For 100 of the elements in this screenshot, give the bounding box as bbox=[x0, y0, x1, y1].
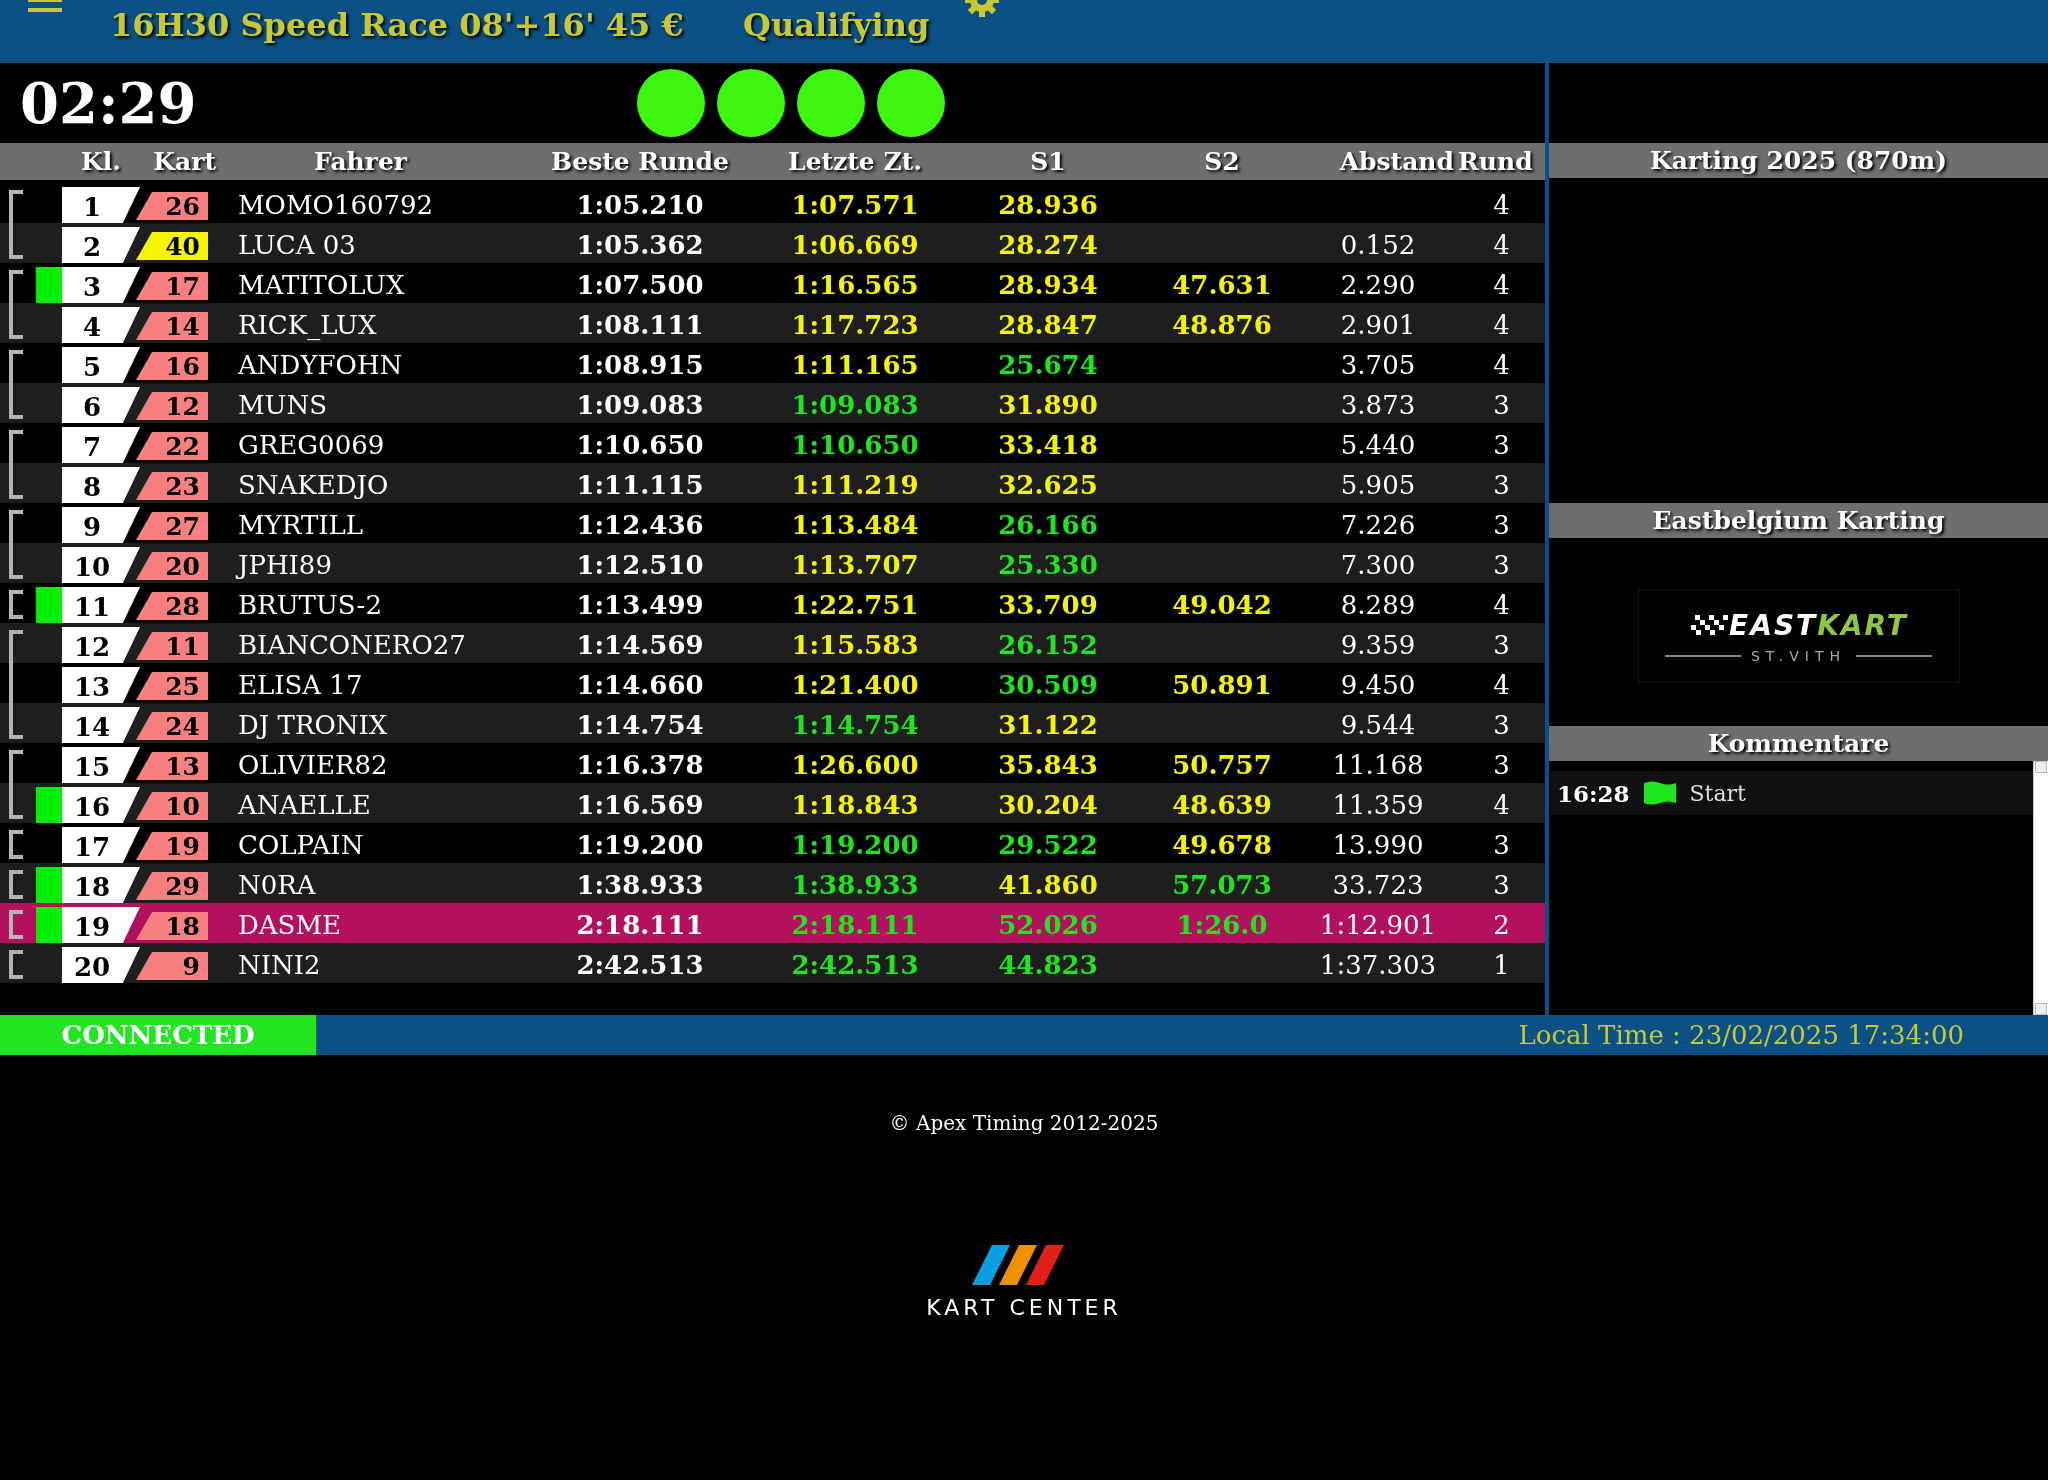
column-header: Kart bbox=[152, 147, 216, 176]
driver-name: MATITOLUX bbox=[237, 269, 406, 300]
menu-icon[interactable] bbox=[28, 0, 62, 14]
column-header: S2 bbox=[1203, 147, 1241, 176]
position-badge: 8 bbox=[62, 467, 140, 503]
position-badge: 4 bbox=[62, 307, 140, 343]
sector-time: 50.757 bbox=[1171, 749, 1273, 780]
kart-number-badge: 16 bbox=[136, 352, 208, 380]
sector-time: 49.678 bbox=[1171, 829, 1273, 860]
sector-time: 41.860 bbox=[997, 869, 1099, 900]
best-lap: 1:19.200 bbox=[575, 829, 705, 860]
column-header: Rund bbox=[1458, 147, 1534, 176]
scrollbar[interactable] bbox=[2033, 761, 2048, 1015]
gap-time: 5.905 bbox=[1339, 469, 1417, 500]
kart-number-badge: 27 bbox=[136, 512, 208, 540]
race-title: 16H30 Speed Race 08'+16' 45 € bbox=[110, 6, 684, 44]
sector-time: 48.876 bbox=[1171, 309, 1273, 340]
gap-time: 0.152 bbox=[1339, 229, 1417, 260]
position-badge: 20 bbox=[62, 947, 140, 983]
best-lap: 1:13.499 bbox=[575, 589, 705, 620]
gap-time: 33.723 bbox=[1331, 869, 1425, 900]
driver-name: ANDYFOHN bbox=[236, 349, 404, 380]
comment-text: Start bbox=[1689, 780, 1746, 806]
kart-number-badge: 26 bbox=[136, 192, 208, 220]
kart-center-logo: KART CENTER bbox=[926, 1245, 1122, 1320]
driver-name: RICK_LUX bbox=[237, 309, 378, 340]
sector-time: 30.509 bbox=[997, 669, 1099, 700]
sector-time: 33.709 bbox=[997, 589, 1099, 620]
driver-name: SNAKEDJO bbox=[237, 469, 390, 500]
sector-time: 28.847 bbox=[997, 309, 1099, 340]
driver-name: BIANCONERO27 bbox=[237, 629, 467, 660]
gap-time: 9.450 bbox=[1339, 669, 1417, 700]
last-lap: 1:11.219 bbox=[790, 469, 920, 500]
position-badge: 14 bbox=[62, 707, 140, 743]
kart-number-badge: 22 bbox=[136, 432, 208, 460]
driver-name: N0RA bbox=[237, 869, 317, 900]
sector-time: 32.625 bbox=[997, 469, 1099, 500]
kart-number-badge: 40 bbox=[136, 232, 208, 260]
gap-time: 9.359 bbox=[1339, 629, 1417, 660]
driver-name: LUCA 03 bbox=[237, 229, 357, 260]
best-lap: 1:14.754 bbox=[575, 709, 705, 740]
driver-name: COLPAIN bbox=[237, 829, 365, 860]
kart-number-badge: 13 bbox=[136, 752, 208, 780]
lap-count: 3 bbox=[1492, 509, 1511, 540]
last-lap: 1:14.754 bbox=[790, 709, 920, 740]
column-header: Beste Runde bbox=[550, 147, 730, 176]
column-header: Letzte Zt. bbox=[787, 147, 923, 176]
best-lap: 1:11.115 bbox=[575, 469, 705, 500]
best-lap: 1:14.569 bbox=[575, 629, 705, 660]
last-lap: 1:26.600 bbox=[790, 749, 920, 780]
position-badge: 2 bbox=[62, 227, 140, 263]
driver-name: BRUTUS-2 bbox=[237, 589, 383, 620]
driver-name: NINI2 bbox=[237, 949, 322, 980]
driver-name: DJ TRONIX bbox=[237, 709, 389, 740]
lap-count: 3 bbox=[1492, 389, 1511, 420]
best-lap: 1:16.569 bbox=[575, 789, 705, 820]
driver-name: MOMO160792 bbox=[237, 189, 435, 220]
best-lap: 1:16.378 bbox=[575, 749, 705, 780]
gap-time: 13.990 bbox=[1331, 829, 1425, 860]
lap-count: 3 bbox=[1492, 469, 1511, 500]
sector-time: 47.631 bbox=[1171, 269, 1273, 300]
driver-name: ANAELLE bbox=[236, 789, 372, 820]
lap-count: 1 bbox=[1492, 949, 1511, 980]
best-lap: 2:18.111 bbox=[575, 909, 705, 940]
checkered-flag-icon bbox=[1689, 615, 1730, 635]
best-lap: 1:38.933 bbox=[575, 869, 705, 900]
lap-count: 4 bbox=[1492, 189, 1511, 220]
last-lap: 1:13.707 bbox=[790, 549, 920, 580]
best-lap: 1:12.510 bbox=[575, 549, 705, 580]
last-lap: 1:21.400 bbox=[790, 669, 920, 700]
driver-name: MYRTILL bbox=[237, 509, 365, 540]
lap-count: 3 bbox=[1492, 429, 1511, 460]
last-lap: 1:15.583 bbox=[790, 629, 920, 660]
gap-time: 7.226 bbox=[1339, 509, 1417, 540]
gap-time: 2.901 bbox=[1339, 309, 1417, 340]
kart-number-badge: 28 bbox=[136, 592, 208, 620]
last-lap: 1:13.484 bbox=[790, 509, 920, 540]
sector-time: 48.639 bbox=[1171, 789, 1273, 820]
lap-count: 4 bbox=[1492, 349, 1511, 380]
sector-time: 26.152 bbox=[997, 629, 1099, 660]
last-lap: 1:10.650 bbox=[790, 429, 920, 460]
kart-number-badge: 12 bbox=[136, 392, 208, 420]
best-lap: 1:14.660 bbox=[575, 669, 705, 700]
last-lap: 1:22.751 bbox=[790, 589, 920, 620]
last-lap: 1:18.843 bbox=[790, 789, 920, 820]
lap-count: 3 bbox=[1492, 749, 1511, 780]
sector-time: 29.522 bbox=[997, 829, 1099, 860]
gap-time: 2.290 bbox=[1339, 269, 1417, 300]
lap-count: 3 bbox=[1492, 829, 1511, 860]
position-badge: 18 bbox=[62, 867, 140, 903]
lap-count: 4 bbox=[1492, 669, 1511, 700]
sector-time: 33.418 bbox=[997, 429, 1099, 460]
position-badge: 15 bbox=[62, 747, 140, 783]
position-badge: 17 bbox=[62, 827, 140, 863]
driver-name: DASME bbox=[237, 909, 343, 940]
driver-name: OLIVIER82 bbox=[237, 749, 389, 780]
kart-number-badge: 29 bbox=[136, 872, 208, 900]
last-lap: 1:16.565 bbox=[790, 269, 920, 300]
best-lap: 1:10.650 bbox=[575, 429, 705, 460]
best-lap: 1:05.362 bbox=[575, 229, 705, 260]
